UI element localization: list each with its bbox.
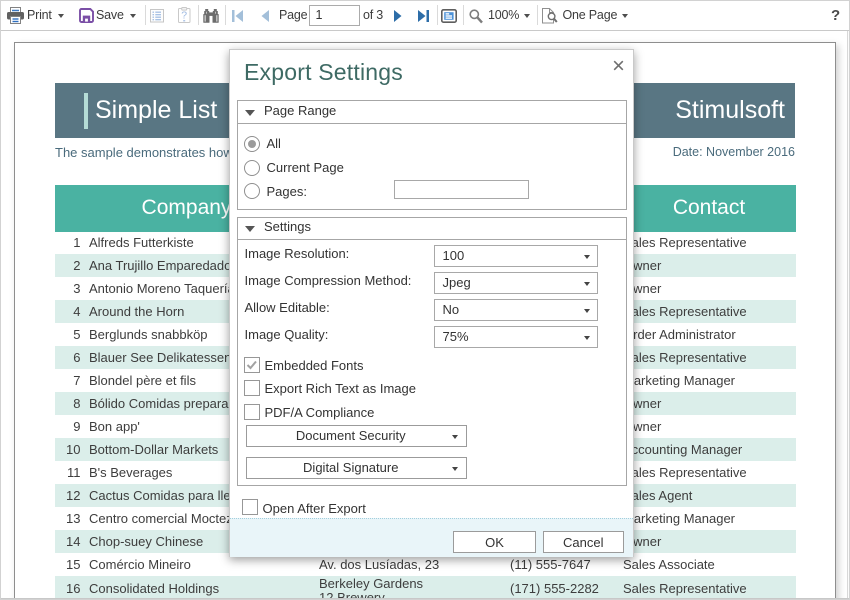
svg-text:?: ?	[181, 10, 187, 22]
